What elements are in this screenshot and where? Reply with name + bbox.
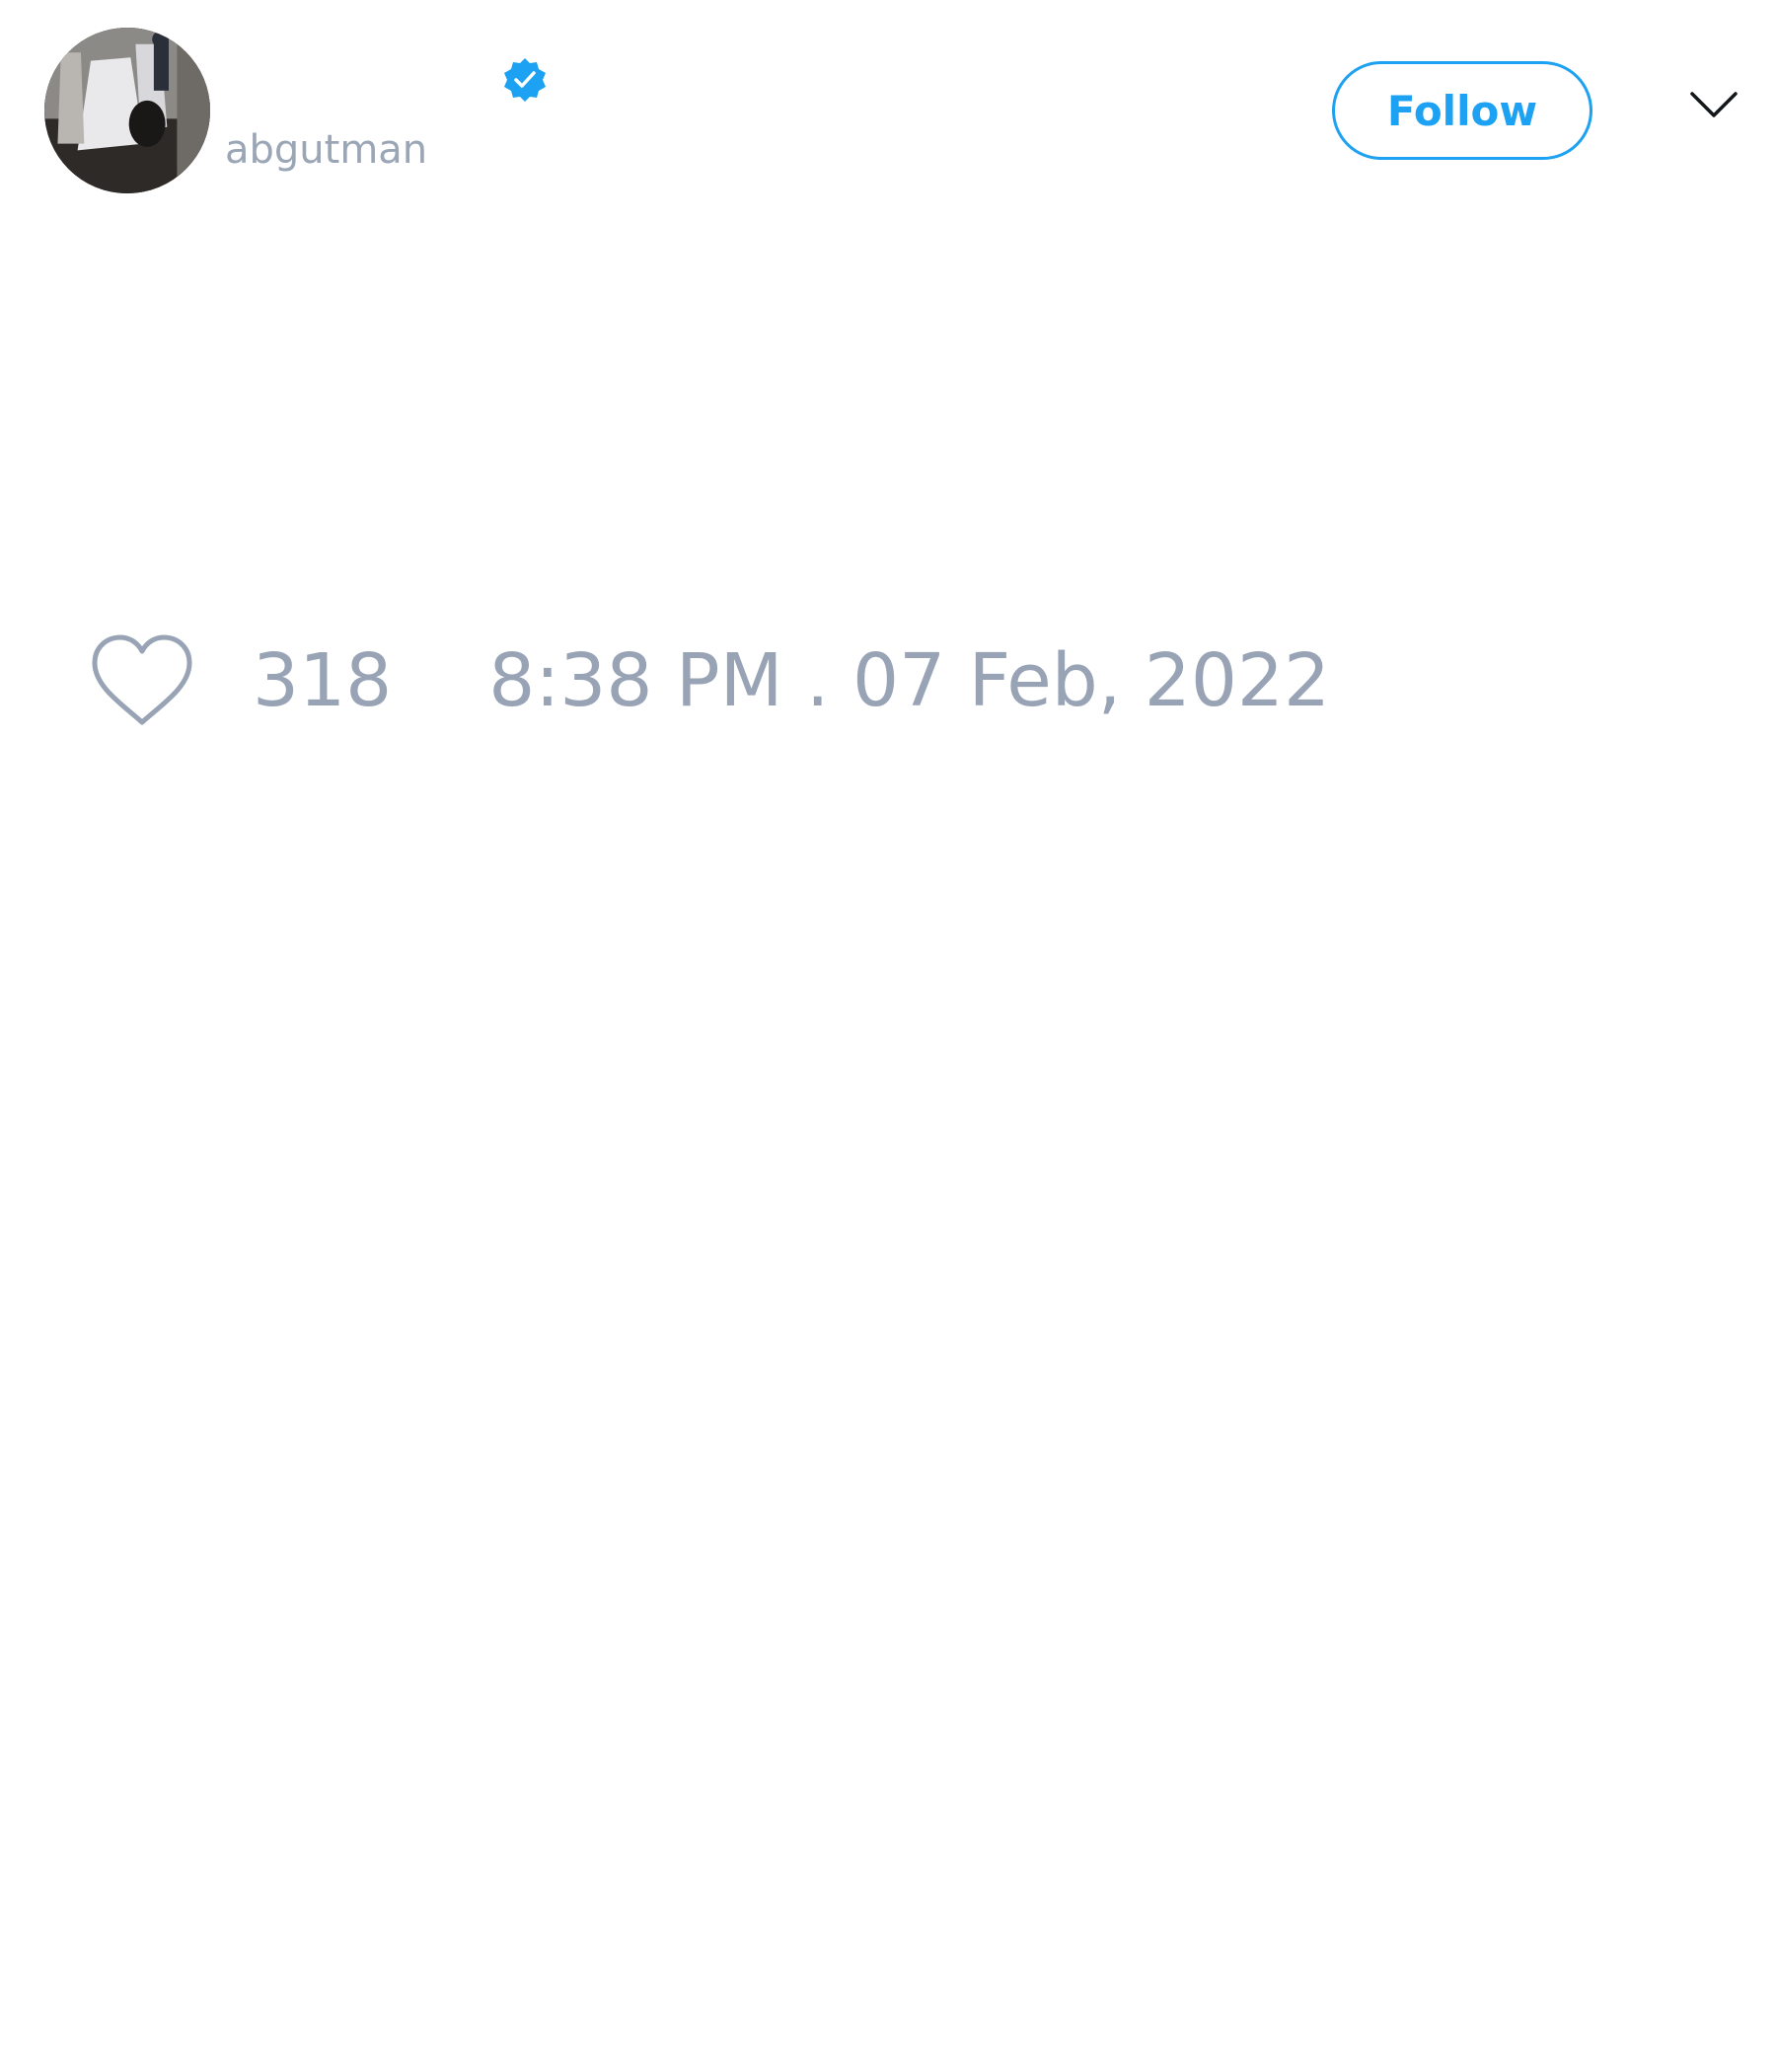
follow-button[interactable]: Follow (1332, 61, 1592, 160)
author-handle[interactable]: abgutman (225, 126, 427, 174)
avatar[interactable] (44, 28, 210, 193)
tweet-timestamp[interactable]: 8:38 PM . 07 Feb, 2022 (488, 631, 1330, 730)
tweet-card: abgutman Follow 318 8:38 PM . 07 Feb, 20… (0, 0, 1776, 2072)
verified-badge-icon (502, 57, 548, 103)
like-count: 318 (253, 638, 393, 723)
tweet-footer: 318 8:38 PM . 07 Feb, 2022 (89, 631, 1330, 730)
avatar-photo-icon (44, 28, 210, 193)
heart-outline-icon[interactable] (89, 633, 195, 728)
chevron-down-icon[interactable] (1689, 89, 1739, 122)
